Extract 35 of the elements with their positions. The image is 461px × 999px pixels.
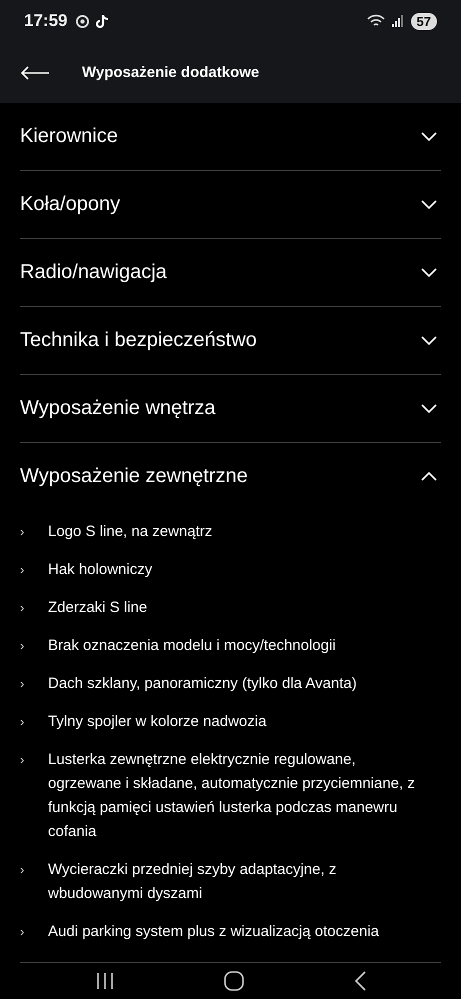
feature-item: Audi parking system plus z wizualizacją otoczenia bbox=[48, 922, 379, 942]
feature-item: Logo S line, na zewnątrz bbox=[48, 522, 212, 542]
feature-item: Hak holowniczy bbox=[48, 560, 152, 580]
bullet-mark: › bbox=[20, 523, 26, 541]
page-title: Wyposażenie dodatkowe bbox=[82, 64, 260, 81]
bullet-mark: › bbox=[20, 713, 26, 731]
feature-item: Brak oznaczenia modelu i mocy/technologii bbox=[48, 636, 336, 656]
bullet-mark: › bbox=[20, 923, 26, 941]
status-time: 17:59 bbox=[24, 11, 68, 31]
music-note-icon bbox=[96, 14, 110, 28]
feature-item: Dach szklany, panoramiczny (tylko dla Avanta) bbox=[48, 674, 357, 694]
bullet-mark: › bbox=[20, 599, 26, 617]
feature-item: Tylny spojler w kolorze nadwozia bbox=[48, 712, 266, 732]
accordion-header[interactable]: Wyposażenie zewnętrzne bbox=[20, 443, 441, 510]
back-button[interactable] bbox=[20, 66, 50, 80]
feature-item: Wycieraczki przedniej szyby adaptacyjne, z wbudowanymi dyszami bbox=[48, 860, 338, 904]
battery-level: 57 bbox=[410, 12, 437, 30]
accordion-header[interactable]: Technika i bezpieczeństwo bbox=[20, 307, 441, 374]
bullet-mark: › bbox=[20, 861, 26, 879]
accordion-header[interactable]: Radio/nawigacja bbox=[20, 239, 441, 306]
back-arrow-icon bbox=[20, 66, 50, 80]
feature-item: Lusterka zewnętrzne elektrycznie regulowane, ogrzewane i składane, automatycznie przyciemniane, z funkcją pamięci ustawień lusterka podczas manewru cofania bbox=[48, 750, 416, 842]
signal-icon bbox=[392, 15, 404, 27]
bullet-mark: › bbox=[20, 675, 26, 693]
bullet-mark: › bbox=[20, 637, 26, 655]
feature-item: Zderzaki S line bbox=[48, 598, 148, 618]
accordion-header[interactable]: Koła/opony bbox=[20, 171, 441, 238]
wifi-icon bbox=[366, 14, 385, 28]
home-icon[interactable] bbox=[224, 971, 244, 991]
back-icon[interactable] bbox=[354, 971, 366, 991]
bullet-mark: › bbox=[20, 751, 26, 769]
bullet-mark: › bbox=[20, 561, 26, 579]
accordion-header[interactable]: Wyposażenie wnętrza bbox=[20, 375, 441, 442]
accordion-header[interactable]: Kierownice bbox=[20, 103, 441, 170]
recent-apps-icon[interactable] bbox=[94, 972, 115, 990]
